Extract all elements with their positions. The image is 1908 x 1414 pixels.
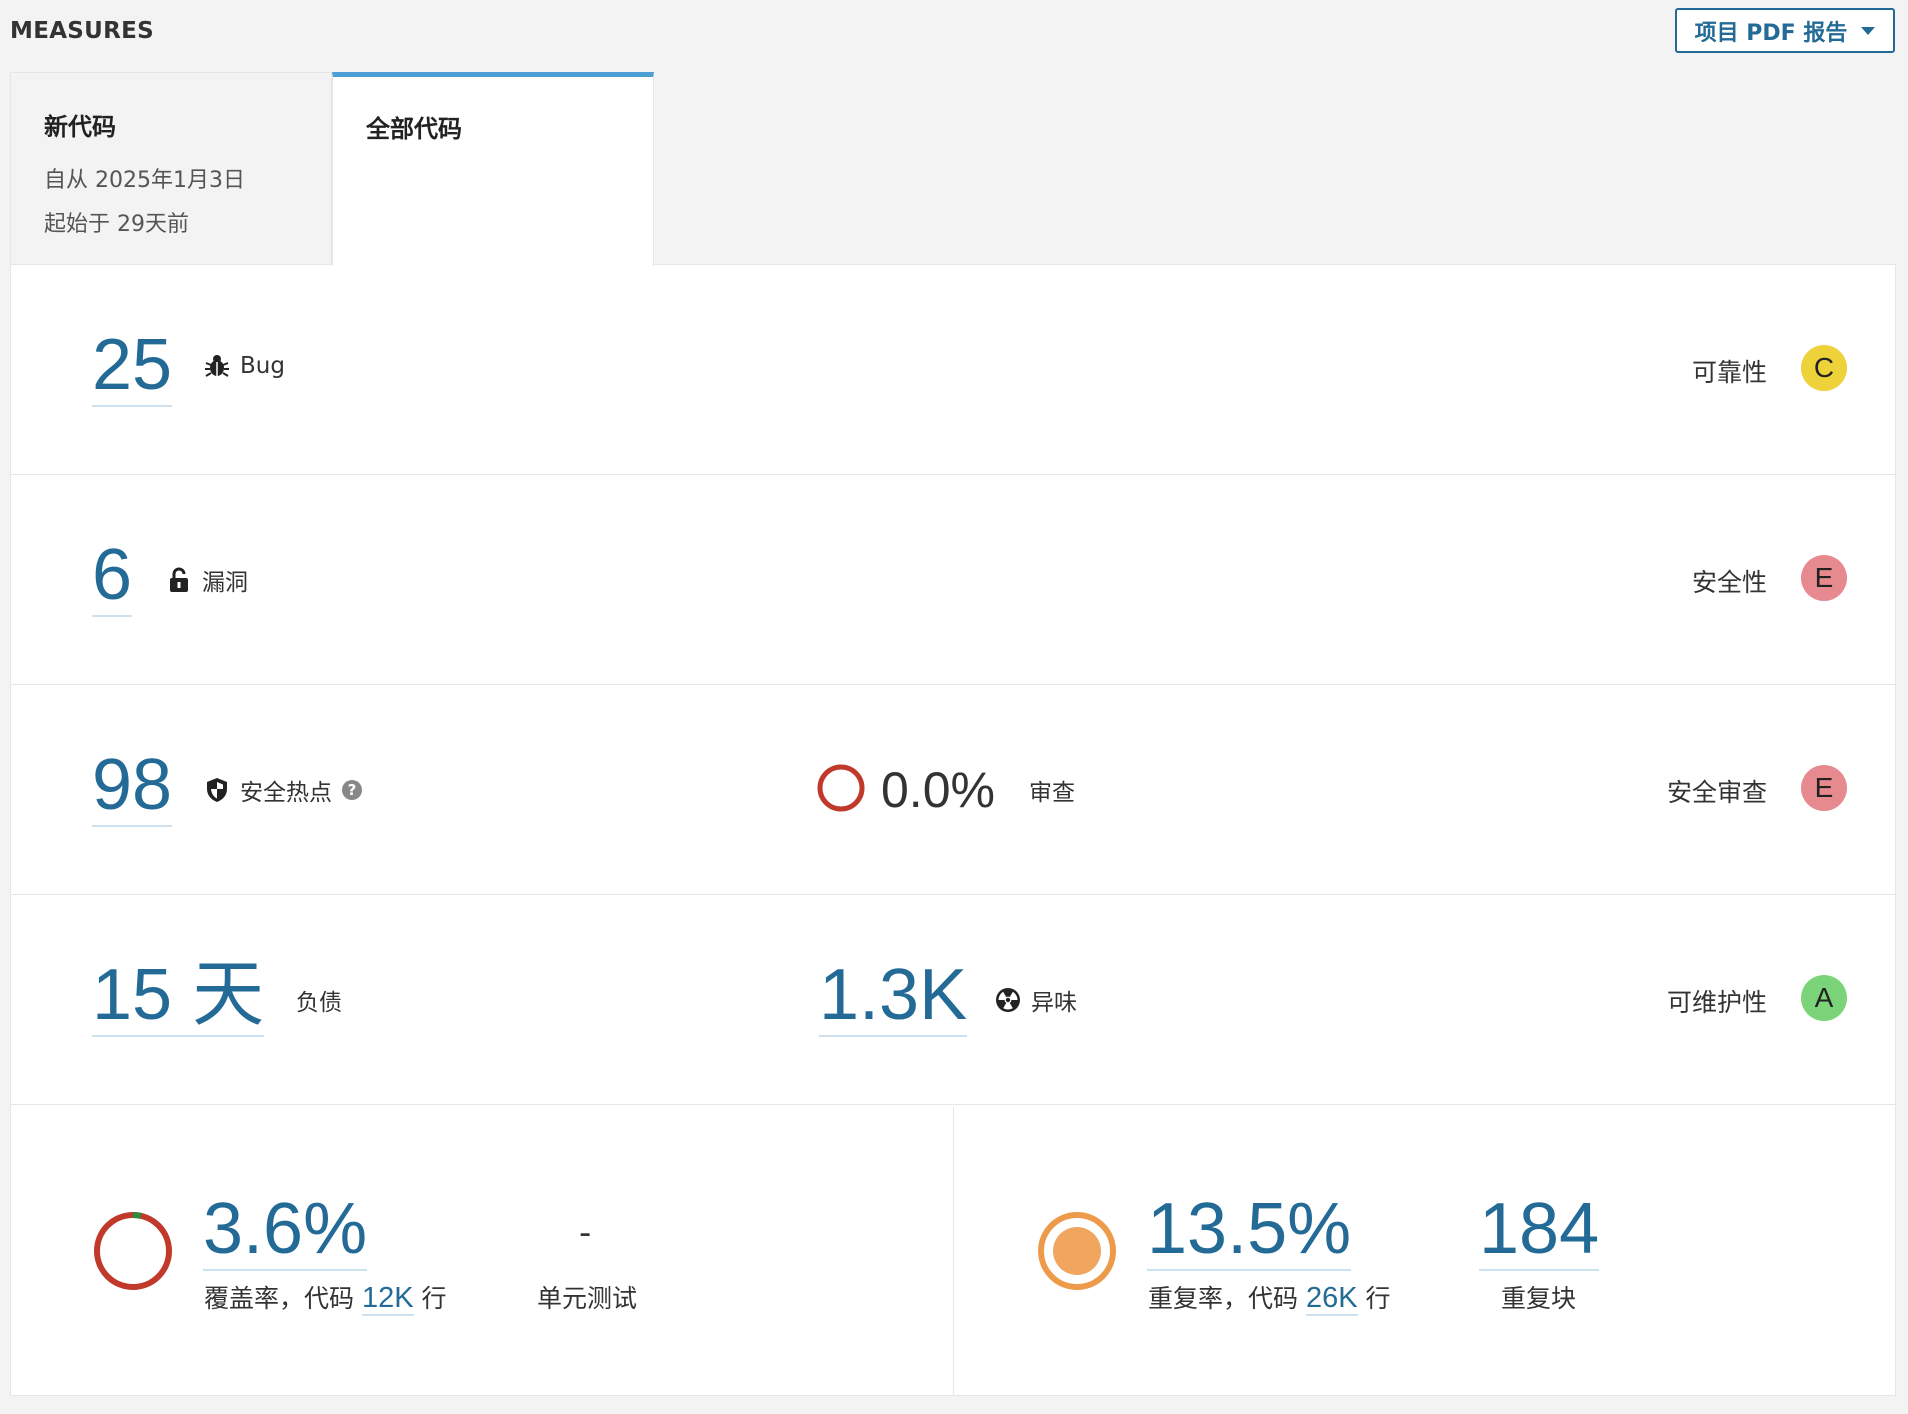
security-rating-badge[interactable]: E xyxy=(1801,555,1847,601)
code-smells-label-text: 异味 xyxy=(1031,990,1077,1016)
tab-overall-code[interactable]: 全部代码 xyxy=(332,72,654,266)
tab-new-code-title: 新代码 xyxy=(44,113,116,141)
shield-icon xyxy=(207,778,227,802)
technical-debt-label: 负债 xyxy=(296,990,342,1016)
security-review-rating-label: 安全审查 xyxy=(1666,778,1767,807)
measures-panel: 25 Bug 可靠性 C 6 漏洞 安全性 E 98 安全热点 ? 0.0% 审… xyxy=(10,264,1896,1396)
tab-new-code-started: 起始于 29天前 xyxy=(44,212,189,237)
reviewed-percentage: 0.0% xyxy=(881,762,995,818)
maintainability-rating-label: 可维护性 xyxy=(1666,988,1767,1017)
coverage-label-suffix: 行 xyxy=(421,1284,447,1313)
unit-tests-value: - xyxy=(579,1213,592,1253)
duplication-label-prefix: 重复率，代码 xyxy=(1148,1284,1299,1313)
bug-icon xyxy=(205,355,229,377)
reviewed-label: 审查 xyxy=(1029,780,1075,806)
reliability-rating-label: 可靠性 xyxy=(1691,358,1767,387)
radiation-icon xyxy=(996,988,1020,1012)
duplication-label-suffix: 行 xyxy=(1365,1284,1391,1313)
maintainability-row: 15 天 负债 1.3K 异味 可维护性 A xyxy=(11,895,1895,1105)
coverage-donut-icon xyxy=(94,1212,172,1290)
coverage-label: 覆盖率，代码 12K 行 xyxy=(204,1279,447,1316)
lock-open-icon xyxy=(170,567,188,592)
security-rating-label: 安全性 xyxy=(1691,568,1767,597)
duplication-value-link[interactable]: 13.5% xyxy=(1147,1193,1352,1271)
reviewed-ring-icon xyxy=(817,764,865,812)
duplication-ring-icon xyxy=(1038,1212,1116,1290)
coverage-lines-link[interactable]: 12K xyxy=(361,1282,414,1316)
tab-new-code-since: 自从 2025年1月3日 xyxy=(44,168,245,193)
security-row: 6 漏洞 安全性 E xyxy=(11,475,1895,685)
maintainability-rating-badge[interactable]: A xyxy=(1801,975,1847,1021)
bugs-count-link[interactable]: 25 xyxy=(92,329,173,407)
reliability-rating-badge[interactable]: C xyxy=(1801,345,1847,391)
tab-new-code[interactable]: 新代码 自从 2025年1月3日 起始于 29天前 xyxy=(10,72,332,265)
page-title: MEASURES xyxy=(10,18,155,44)
hotspots-label: 安全热点 ? xyxy=(204,773,362,807)
duplicated-blocks-label: 重复块 xyxy=(1501,1284,1577,1313)
duplication-lines-link[interactable]: 26K xyxy=(1305,1282,1358,1316)
hotspots-count-link[interactable]: 98 xyxy=(92,749,173,827)
security-review-rating-badge[interactable]: E xyxy=(1801,765,1847,811)
bugs-label: Bug xyxy=(204,353,285,379)
chevron-down-icon xyxy=(1861,26,1876,35)
code-smells-count-link[interactable]: 1.3K xyxy=(819,959,968,1037)
hotspots-row: 98 安全热点 ? 0.0% 审查 安全审查 E xyxy=(11,685,1895,895)
tab-overall-code-title: 全部代码 xyxy=(366,115,462,143)
duplication-label: 重复率，代码 26K 行 xyxy=(1148,1279,1391,1316)
coverage-label-prefix: 覆盖率，代码 xyxy=(204,1284,355,1313)
code-smells-label: 异味 xyxy=(995,983,1077,1017)
vulnerabilities-label: 漏洞 xyxy=(166,563,248,597)
help-icon[interactable]: ? xyxy=(342,780,362,800)
coverage-value-link[interactable]: 3.6% xyxy=(203,1193,368,1271)
technical-debt-link[interactable]: 15 天 xyxy=(92,959,265,1037)
pdf-button-label: 项目 PDF 报告 xyxy=(1694,20,1848,46)
reliability-row: 25 Bug 可靠性 C xyxy=(11,265,1895,475)
hotspots-label-text: 安全热点 xyxy=(240,780,332,806)
vulnerabilities-count-link[interactable]: 6 xyxy=(92,539,133,617)
duplicated-blocks-link[interactable]: 184 xyxy=(1479,1193,1600,1271)
unit-tests-label: 单元测试 xyxy=(537,1284,638,1313)
bugs-label-text: Bug xyxy=(240,353,285,379)
vulnerabilities-label-text: 漏洞 xyxy=(202,570,248,596)
bottom-divider xyxy=(953,1107,954,1395)
project-pdf-report-button[interactable]: 项目 PDF 报告 xyxy=(1675,8,1895,53)
